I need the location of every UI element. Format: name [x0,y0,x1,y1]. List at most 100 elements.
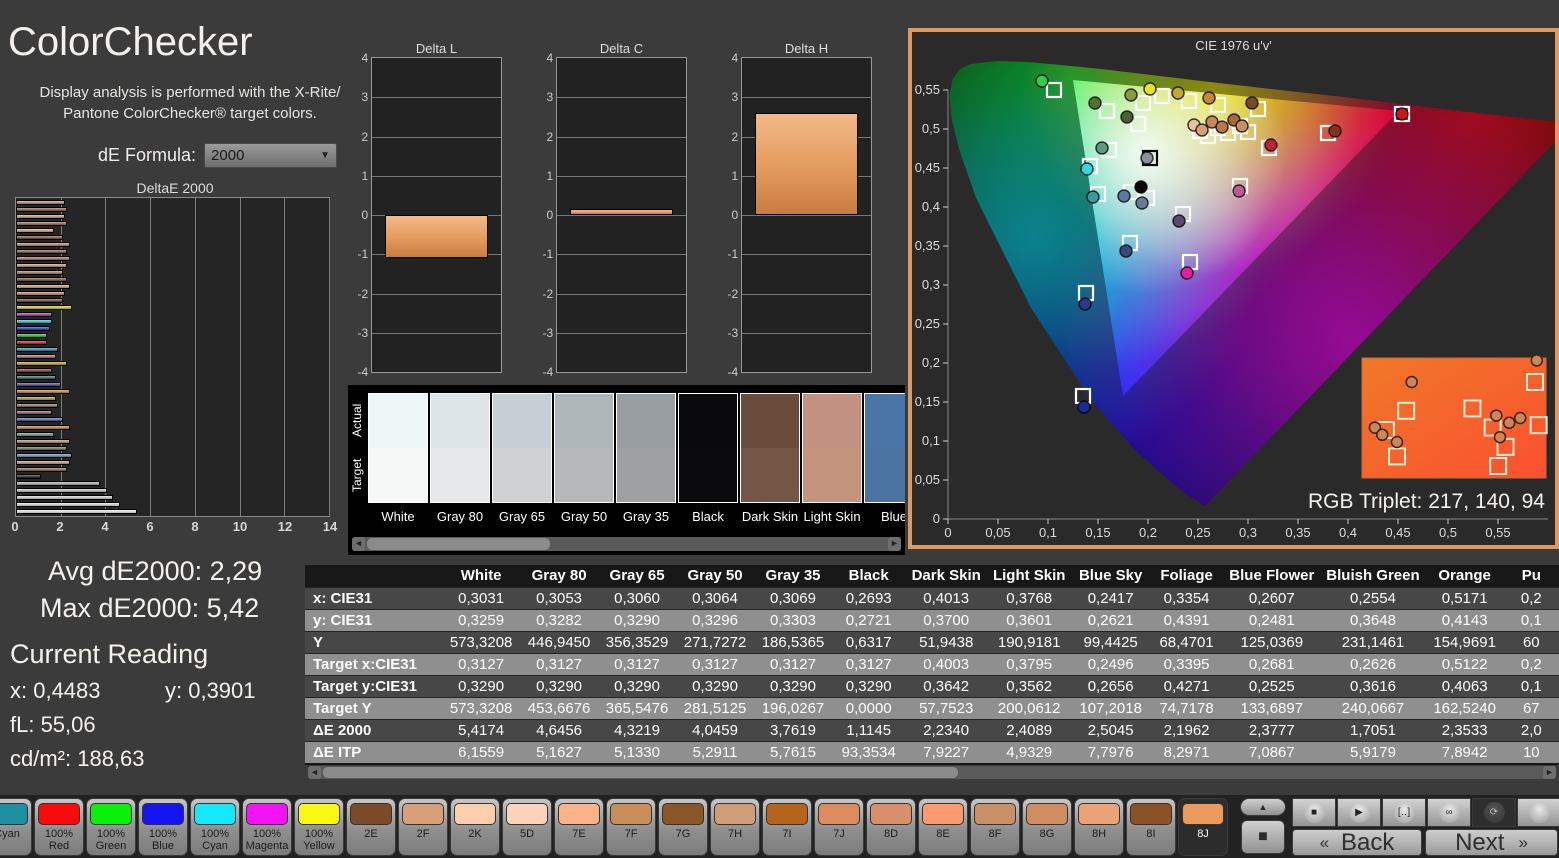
column-header: Gray 35 [754,565,832,587]
patch-label: 100% Blue [148,828,178,852]
patch-button-100green[interactable]: 100% Green [86,798,136,856]
svg-text:0,05: 0,05 [985,525,1010,540]
cie-chromaticity-chart: 0 0,05 0,1 0,15 0,2 0,25 0,3 0,35 0,4 0,45 0,5 0,55… [915,61,1555,540]
patch-button-100yellow[interactable]: 100% Yellow [294,798,344,856]
swatch-black[interactable]: Black [678,393,738,524]
swatch-gray-80[interactable]: Gray 80 [430,393,490,524]
patch-button-8e[interactable]: 8E [918,798,968,856]
single-measure-button[interactable]: [‥] [1382,798,1426,827]
table-cell: 573,3208 [442,696,521,719]
stop-button[interactable]: ■ [1292,798,1336,827]
table-cell: 51,9438 [905,630,987,653]
color-chip [610,803,652,825]
scroll-left-icon[interactable]: ◄ [352,537,365,551]
actual-color [431,394,489,448]
deltae-bar [16,242,70,248]
swatch-white[interactable]: White [368,393,428,524]
table-cell: 0,3064 [676,586,755,609]
patch-label: 100% Cyan [200,828,230,852]
back-button[interactable]: « Back [1292,829,1422,856]
patch-button-7j[interactable]: 7J [814,798,864,856]
swatch-gray-35[interactable]: Gray 35 [616,393,676,524]
table-cell: 0,3354 [1149,586,1224,609]
patch-button-100blue[interactable]: 100% Blue [138,798,188,856]
swatch-scrollbar[interactable]: ◄ ► [352,537,901,551]
patch-button-2f[interactable]: 2F [398,798,448,856]
deltae-bar [16,207,68,213]
patch-button-7i[interactable]: 7I [762,798,812,856]
patch-button-100magenta[interactable]: 100% Magenta [242,798,292,856]
patch-button-5d[interactable]: 5D [502,798,552,856]
scroll-right-icon[interactable]: ► [1543,766,1556,779]
patch-button-8j[interactable]: 8J [1178,798,1228,856]
patch-button-8i[interactable]: 8I [1126,798,1176,856]
deltae-bar [16,326,50,332]
patch-label: 8I [1146,828,1156,840]
swatch-blue[interactable]: Blue [864,393,905,524]
color-chip [1130,803,1172,825]
swatch-comparison-panel: Actual Target White Gray 80 Gray 65 Gray 50 Gr… [348,385,905,555]
swatch-dark-skin[interactable]: Dark Skin [740,393,800,524]
table-scrollbar[interactable]: ◄ ► [308,766,1556,779]
swatch-label: Gray 65 [498,509,546,524]
scroll-left-icon[interactable]: ◄ [308,766,321,779]
patch-button-7h[interactable]: 7H [710,798,760,856]
table-cell: 162,5240 [1425,696,1504,719]
patch-button-7g[interactable]: 7G [658,798,708,856]
swatch-gray-65[interactable]: Gray 65 [492,393,552,524]
blank-button[interactable] [1517,798,1559,827]
scroll-right-icon[interactable]: ► [888,537,901,551]
patch-button-100cyan[interactable]: 100% Cyan [190,798,240,856]
patch-label: 8J [1197,828,1209,840]
deltae-bar [16,249,68,255]
measured-marker [1245,96,1259,110]
delta-bar [754,112,859,215]
svg-text:0,1: 0,1 [1039,525,1057,540]
scroll-up-button[interactable]: ▲ [1240,798,1286,816]
target-color [803,448,861,502]
table-cell: 0,3768 [986,586,1072,609]
patch-button-8h[interactable]: 8H [1074,798,1124,856]
measured-marker [1080,162,1094,176]
deltae-chart-title: DeltaE 2000 [136,180,214,196]
blank-icon [1528,802,1550,823]
patch-button-100red[interactable]: 100% Red [34,798,84,856]
de-formula-dropdown[interactable]: 2000 ▼ [204,143,338,168]
patch-button-8d[interactable]: 8D [866,798,916,856]
table-cell: 0,4063 [1425,674,1504,697]
patch-button-cyan[interactable]: Cyan [0,798,32,856]
patch-button-2k[interactable]: 2K [450,798,500,856]
patch-button-8g[interactable]: 8G [1022,798,1072,856]
stop-pattern-button[interactable]: ■ [1241,820,1285,854]
patch-button-7e[interactable]: 7E [554,798,604,856]
patch-button-7f[interactable]: 7F [606,798,656,856]
color-chip [818,803,860,825]
table-cell: 4,9329 [986,740,1072,763]
table-cell: 453,6676 [520,696,599,719]
play-button[interactable]: ▶ [1337,798,1381,827]
swatch-gray-50[interactable]: Gray 50 [554,393,614,524]
actual-color [679,394,737,448]
next-button[interactable]: Next » [1425,829,1558,856]
table-cell: 0,4013 [905,586,987,609]
svg-text:0,35: 0,35 [1285,525,1310,540]
table-cell: 240,0667 [1320,696,1426,719]
measured-marker [1235,119,1249,133]
deltae-bar [16,487,107,493]
table-cell: 0,3290 [598,608,677,631]
loop-button[interactable]: ∞ [1427,798,1471,827]
measured-marker [1232,184,1246,198]
deltae-bar [16,431,54,437]
measured-marker [1120,110,1134,124]
reading-x: x: 0,4483 [10,678,101,703]
measured-marker [1035,74,1049,88]
table-cell: 5,2911 [676,740,755,763]
svg-text:0: 0 [933,511,940,526]
stop-icon: ■ [1303,802,1325,823]
patch-button-8f[interactable]: 8F [970,798,1020,856]
swatch-light-skin[interactable]: Light Skin [802,393,862,524]
patch-button-2e[interactable]: 2E [346,798,396,856]
table-row: Y 573,3208 446,9450 356,3529 271,7272 186,536… [305,630,1559,653]
refresh-button[interactable]: ⟳ [1472,798,1516,827]
patch-label: 2F [416,828,430,840]
